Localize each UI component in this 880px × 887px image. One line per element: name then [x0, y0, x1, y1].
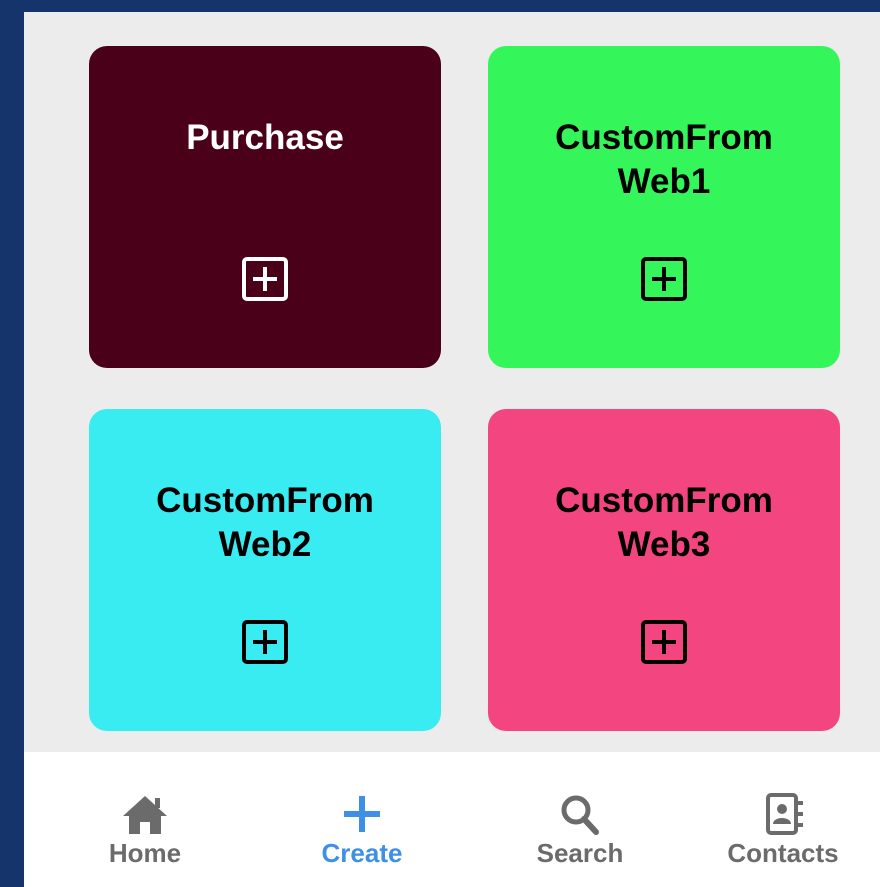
tile-customfrom-web3[interactable]: CustomFrom Web3	[488, 409, 840, 731]
plus-box-icon	[641, 620, 687, 664]
tab-contacts[interactable]: Contacts	[676, 752, 880, 887]
contacts-icon	[766, 793, 803, 835]
home-icon	[123, 796, 167, 834]
tab-home[interactable]: Home	[38, 752, 252, 887]
app-screen: Purchase CustomFrom Web1 CustomFrom Web2…	[24, 12, 880, 887]
bottom-tab-bar: Home Create Search Contacts	[24, 752, 880, 887]
tile-title: CustomFrom Web2	[156, 481, 374, 564]
plus-box-icon	[242, 620, 288, 664]
tile-title: Purchase	[186, 118, 344, 157]
plus-icon	[344, 796, 380, 832]
plus-box-icon	[641, 257, 687, 301]
tile-purchase[interactable]: Purchase	[89, 46, 441, 368]
search-icon	[561, 795, 599, 835]
tab-label: Create	[321, 838, 403, 868]
tab-label: Contacts	[727, 838, 839, 868]
plus-box-icon	[242, 257, 288, 301]
tile-customfrom-web1[interactable]: CustomFrom Web1	[488, 46, 840, 368]
tile-title: CustomFrom Web3	[555, 481, 773, 564]
tab-label: Search	[536, 838, 624, 868]
tile-title: CustomFrom Web1	[555, 118, 773, 201]
tile-customfrom-web2[interactable]: CustomFrom Web2	[89, 409, 441, 731]
tab-create[interactable]: Create	[255, 752, 469, 887]
tab-search[interactable]: Search	[473, 752, 687, 887]
tab-label: Home	[108, 838, 182, 868]
